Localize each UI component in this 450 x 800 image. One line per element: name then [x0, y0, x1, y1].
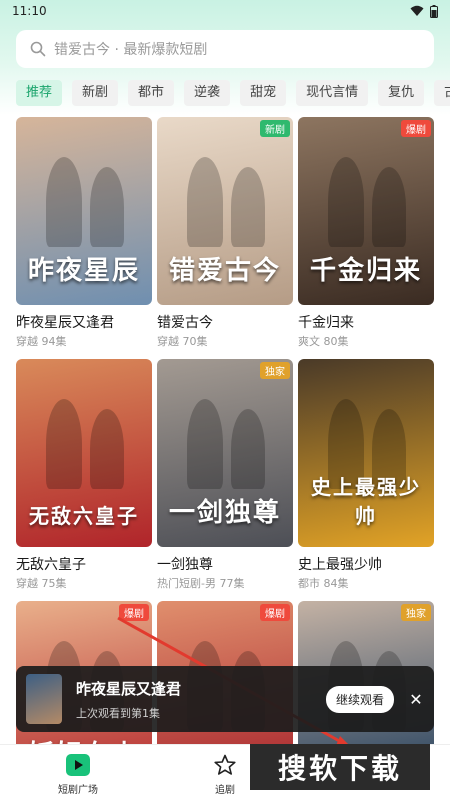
drama-meta: 穿越 70集 [157, 335, 208, 348]
tab-label: 追剧 [215, 785, 235, 796]
category-tab[interactable]: 甜宠 [240, 80, 287, 106]
poster-title-art: 一剑独尊 [168, 498, 281, 528]
drama-title: 昨夜星辰又逢君 [16, 315, 114, 330]
drama-poster[interactable]: 昨夜星辰 [16, 117, 152, 305]
drama-title: 史上最强少帅 [298, 557, 382, 572]
drama-meta: 热门短剧-男 77集 [157, 577, 245, 590]
search-placeholder: 错爱古今 · 最新爆款短剧 [54, 42, 208, 58]
poster-figure [328, 157, 364, 247]
play-icon [66, 754, 90, 776]
poster-title-art: 千金归来 [309, 256, 422, 286]
drama-card[interactable]: 史上最强少帅 史上最强少帅 都市 84集 [298, 359, 434, 591]
continue-thumbnail [26, 674, 62, 724]
continue-subtitle: 上次观看到第1集 [76, 706, 160, 720]
star-icon [214, 754, 236, 775]
battery-icon [430, 4, 438, 18]
drama-card[interactable]: 无敌六皇子 无敌六皇子 穿越 75集 [16, 359, 152, 591]
category-tab[interactable]: 现代言情 [296, 80, 369, 106]
wifi-icon [410, 5, 424, 16]
poster-figure [231, 167, 265, 247]
drama-title: 一剑独尊 [157, 557, 213, 572]
category-tab[interactable]: 推荐 [16, 80, 63, 106]
drama-badge: 爆剧 [260, 604, 290, 621]
drama-poster[interactable]: 一剑独尊 独家 [157, 359, 293, 547]
category-tab[interactable]: 新剧 [72, 80, 119, 106]
drama-poster[interactable]: 无敌六皇子 [16, 359, 152, 547]
poster-figure [90, 409, 124, 489]
poster-figure [231, 409, 265, 489]
drama-badge: 独家 [401, 604, 431, 621]
poster-figure [46, 399, 82, 489]
category-tabs: 推荐新剧都市逆袭甜宠现代言情复仇古 [16, 80, 450, 106]
continue-watching-bar[interactable]: 昨夜星辰又逢君 上次观看到第1集 继续观看 ✕ [16, 666, 434, 732]
drama-poster[interactable]: 错爱古今 新剧 [157, 117, 293, 305]
category-tab[interactable]: 逆袭 [184, 80, 231, 106]
tab-label: 短剧广场 [58, 785, 98, 796]
poster-title-art: 错爱古今 [168, 256, 281, 286]
drama-card[interactable]: 昨夜星辰昨夜星辰又逢君 穿越 94集 [16, 117, 152, 349]
category-tab[interactable]: 古 [434, 80, 450, 106]
category-tab[interactable]: 都市 [128, 80, 175, 106]
poster-figure [90, 167, 124, 247]
poster-figure [187, 157, 223, 247]
drama-meta: 爽文 80集 [298, 335, 349, 348]
drama-title: 千金归来 [298, 315, 354, 330]
drama-badge: 新剧 [260, 120, 290, 137]
drama-badge: 独家 [260, 362, 290, 379]
poster-title-art: 昨夜星辰 [27, 256, 140, 286]
drama-card[interactable]: 千金归来 爆剧千金归来爽文 80集 [298, 117, 434, 349]
continue-title: 昨夜星辰又逢君 [76, 679, 182, 698]
drama-poster[interactable]: 千金归来 爆剧 [298, 117, 434, 305]
drama-card[interactable]: 错爱古今 新剧错爱古今穿越 70集 [157, 117, 293, 349]
drama-meta: 穿越 75集 [16, 577, 67, 590]
poster-figure [187, 399, 223, 489]
drama-title: 错爱古今 [157, 315, 213, 330]
poster-figure [372, 167, 406, 247]
drama-badge: 爆剧 [119, 604, 149, 621]
poster-title-art: 无敌六皇子 [29, 504, 139, 528]
status-time: 11:10 [12, 4, 47, 18]
tab-drama-square[interactable]: 短剧广场 [33, 753, 123, 796]
drama-title: 无敌六皇子 [16, 557, 86, 572]
drama-card[interactable]: 一剑独尊 独家一剑独尊热门短剧-男 77集 [157, 359, 293, 591]
poster-title-art: 史上最强少帅 [311, 475, 421, 528]
category-tab[interactable]: 复仇 [378, 80, 425, 106]
drama-poster[interactable]: 史上最强少帅 [298, 359, 434, 547]
watermark: 搜软下载 [250, 744, 430, 790]
drama-meta: 穿越 94集 [16, 335, 67, 348]
poster-figure [46, 157, 82, 247]
close-icon[interactable]: ✕ [408, 690, 424, 709]
status-bar: 11:10 [0, 0, 450, 22]
drama-meta: 都市 84集 [298, 577, 349, 590]
drama-badge: 爆剧 [401, 120, 431, 137]
search-bar[interactable]: 错爱古今 · 最新爆款短剧 [16, 30, 434, 68]
continue-watching-button[interactable]: 继续观看 [325, 685, 394, 713]
search-icon [30, 41, 46, 57]
